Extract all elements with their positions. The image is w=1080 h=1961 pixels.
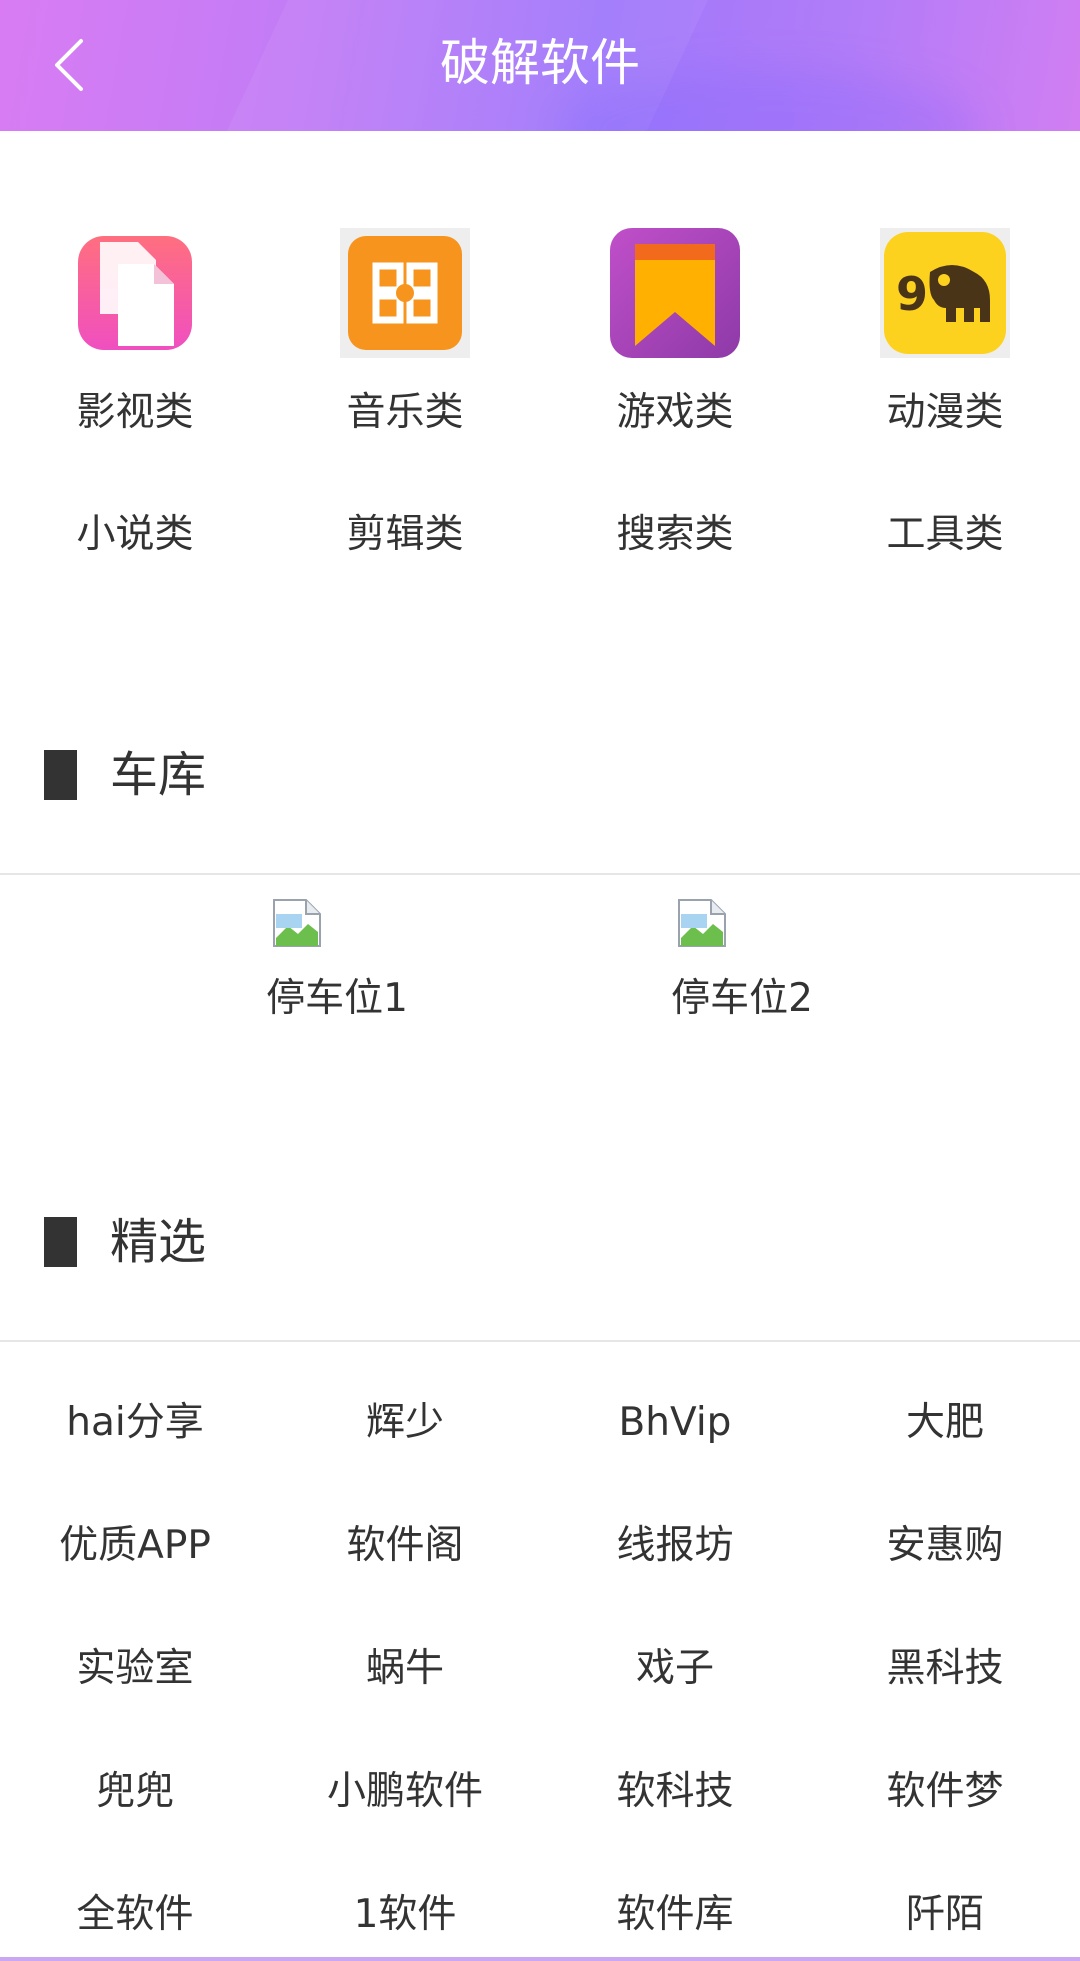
category-label: 剪辑类	[346, 512, 464, 557]
featured-item[interactable]: 软件库	[540, 1890, 810, 1940]
office-logo-icon	[340, 228, 470, 358]
featured-item[interactable]: 全软件	[0, 1890, 270, 1940]
featured-item[interactable]: 兜兜	[0, 1767, 270, 1817]
category-label: 工具类	[886, 512, 1004, 557]
category-label: 游戏类	[616, 390, 734, 435]
divider	[0, 873, 1080, 875]
bottom-edge	[0, 1957, 1080, 1961]
category-label: 音乐类	[346, 390, 464, 435]
featured-item[interactable]: BhVip	[540, 1398, 810, 1448]
svg-text:9: 9	[896, 267, 928, 321]
featured-item[interactable]: 软件梦	[810, 1767, 1080, 1817]
featured-item[interactable]: 优质APP	[0, 1521, 270, 1571]
category-label: 影视类	[76, 390, 194, 435]
broken-image-icon	[678, 899, 726, 947]
category-label: 小说类	[76, 512, 194, 557]
featured-item[interactable]: 阡陌	[810, 1890, 1080, 1940]
featured-item[interactable]: 蜗牛	[270, 1644, 540, 1694]
category-label: 搜索类	[616, 512, 734, 557]
featured-item[interactable]: 线报坊	[540, 1521, 810, 1571]
category-item-novel[interactable]: 小说类	[0, 510, 270, 570]
featured-item[interactable]: 软件阁	[270, 1521, 540, 1571]
featured-item[interactable]: 黑科技	[810, 1644, 1080, 1694]
bookmark-icon	[610, 228, 740, 358]
category-item-movie[interactable]: 影视类	[0, 220, 270, 450]
broken-image-icon	[273, 899, 321, 947]
app-header: 破解软件	[0, 0, 1080, 131]
featured-item[interactable]: 小鹏软件	[270, 1767, 540, 1817]
featured-item[interactable]: 安惠购	[810, 1521, 1080, 1571]
featured-item[interactable]: 戏子	[540, 1644, 810, 1694]
divider	[0, 1340, 1080, 1342]
featured-item[interactable]: 大肥	[810, 1398, 1080, 1448]
category-item-music[interactable]: 音乐类	[270, 220, 540, 450]
section-title-featured: 精选	[44, 1212, 206, 1272]
featured-item[interactable]: 软科技	[540, 1767, 810, 1817]
section-marker	[44, 1217, 77, 1267]
featured-item[interactable]: 辉少	[270, 1398, 540, 1448]
document-copy-icon	[78, 236, 192, 350]
section-heading: 车库	[110, 747, 207, 803]
category-item-tools[interactable]: 工具类	[810, 510, 1080, 570]
parking-slot-label: 停车位1	[266, 976, 408, 1021]
category-item-search[interactable]: 搜索类	[540, 510, 810, 570]
section-heading: 精选	[110, 1214, 207, 1270]
parking-slot-1[interactable]: 停车位1	[207, 898, 467, 1028]
category-item-game[interactable]: 游戏类	[540, 220, 810, 450]
page-title: 破解软件	[440, 34, 640, 92]
section-title-garage: 车库	[44, 745, 206, 805]
section-marker	[44, 750, 77, 800]
parking-slot-2[interactable]: 停车位2	[612, 898, 872, 1028]
category-item-anime[interactable]: 9 动漫类	[810, 220, 1080, 450]
parking-slot-label: 停车位2	[671, 976, 813, 1021]
category-label: 动漫类	[886, 390, 1004, 435]
featured-item[interactable]: 实验室	[0, 1644, 270, 1694]
featured-item[interactable]: hai分享	[0, 1398, 270, 1448]
category-item-editing[interactable]: 剪辑类	[270, 510, 540, 570]
elephant-logo-icon: 9	[880, 228, 1010, 358]
featured-item[interactable]: 1软件	[270, 1890, 540, 1940]
